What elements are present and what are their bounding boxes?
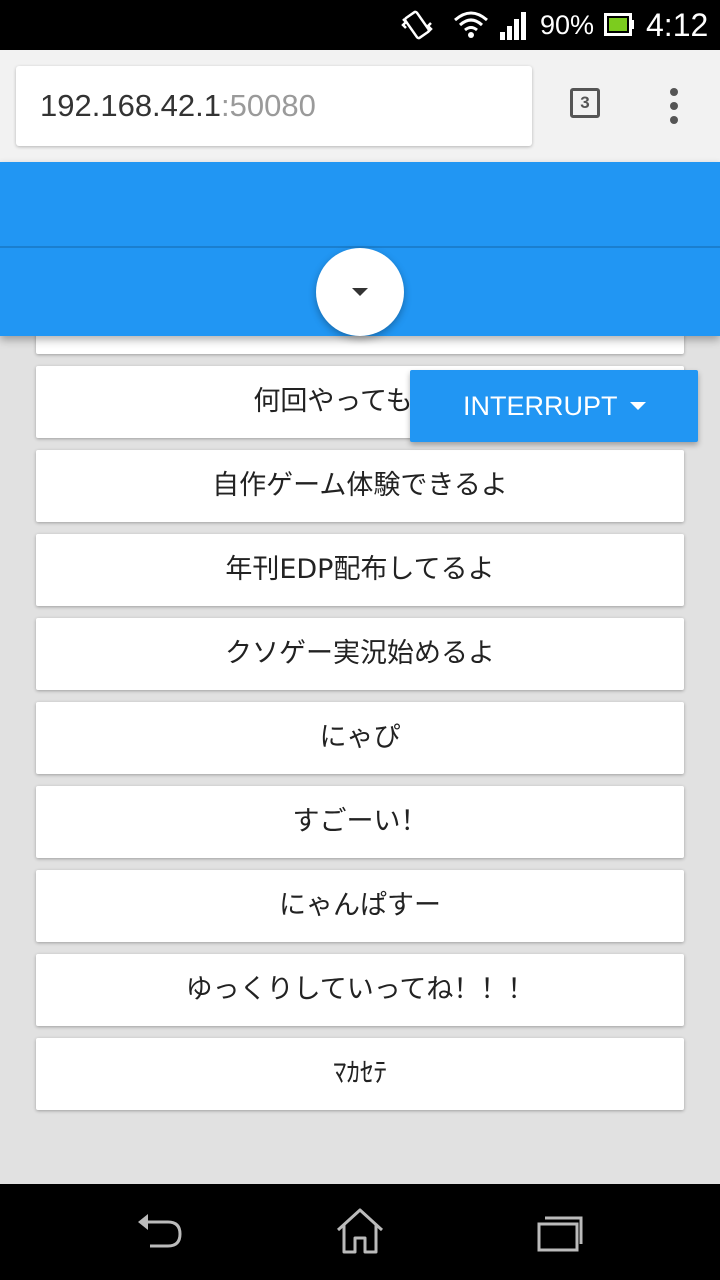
list-item[interactable]: 年刊EDP配布してるよ <box>36 534 684 606</box>
list-item[interactable]: にゃんぱすー <box>36 870 684 942</box>
list-item[interactable]: ﾏｶｾﾃ <box>36 1038 684 1110</box>
home-icon[interactable] <box>334 1206 386 1256</box>
list-item[interactable]: すごーい！ <box>36 786 684 858</box>
navigation-bar <box>0 1184 720 1280</box>
list-item[interactable]: ゆっくりしていってね！！！ <box>36 954 684 1026</box>
interrupt-label: INTERRUPT <box>463 391 618 421</box>
list-item[interactable]: クソゲー実況始めるよ <box>36 618 684 690</box>
browser-toolbar: 192.168.42.1:50080 3 <box>0 50 720 162</box>
signal-icon <box>500 12 526 40</box>
back-icon[interactable] <box>134 1206 186 1256</box>
interrupt-button[interactable]: INTERRUPT <box>410 370 698 442</box>
battery-icon <box>604 13 634 36</box>
caret-down-icon <box>352 288 368 296</box>
url-port: :50080 <box>221 88 316 123</box>
clock: 4:12 <box>646 7 709 43</box>
toggle-menu-button[interactable] <box>316 248 404 336</box>
address-bar[interactable]: 192.168.42.1:50080 <box>16 66 532 146</box>
vibrate-icon <box>401 10 433 40</box>
list-item[interactable]: にゃぴ <box>36 702 684 774</box>
status-bar: 90% 4:12 <box>0 0 720 50</box>
wifi-icon <box>454 11 488 38</box>
recent-apps-icon[interactable] <box>534 1206 586 1256</box>
list-item[interactable]: 自作ゲーム体験できるよ <box>36 450 684 522</box>
url-host: 192.168.42.1 <box>40 88 222 123</box>
caret-down-icon <box>630 402 646 410</box>
tab-switcher-icon[interactable]: 3 <box>570 88 600 118</box>
app-header <box>0 162 720 336</box>
overflow-menu-icon[interactable] <box>664 88 684 124</box>
battery-percent: 90% <box>540 10 595 40</box>
